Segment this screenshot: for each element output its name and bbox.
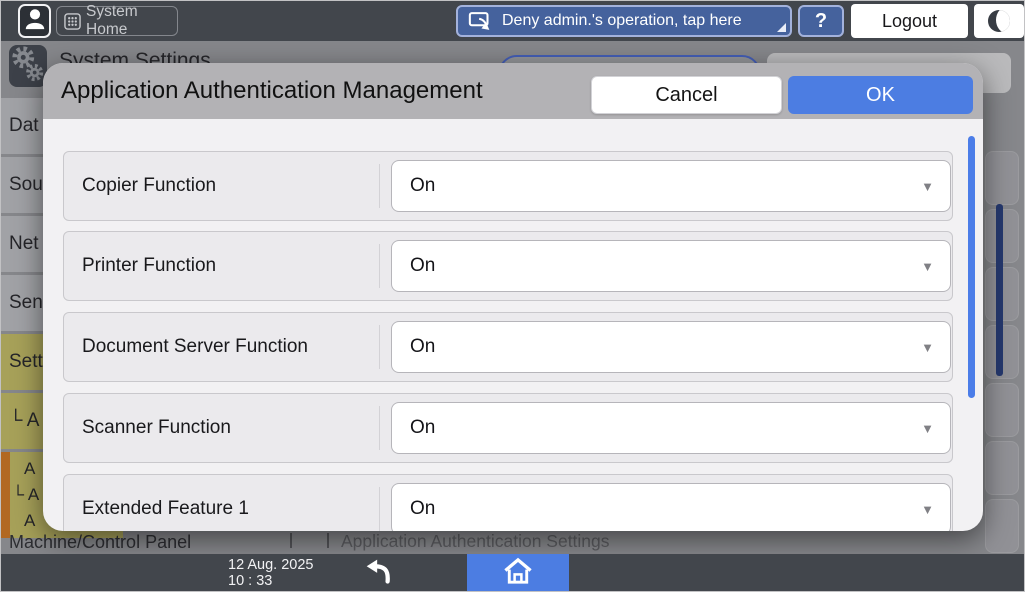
dropdown-value: On xyxy=(410,417,436,438)
chevron-down-icon: ▼ xyxy=(921,178,934,194)
setting-label: Extended Feature 1 xyxy=(82,498,249,519)
bottom-bar: 12 Aug. 2025 10 : 33 xyxy=(1,554,1024,592)
user-button[interactable] xyxy=(18,4,51,38)
chevron-down-icon: ▼ xyxy=(921,339,934,355)
remote-icon xyxy=(468,10,494,33)
system-home-button[interactable]: System Home xyxy=(56,3,178,38)
energy-saver-button[interactable] xyxy=(974,4,1024,38)
home-button[interactable] xyxy=(467,554,569,592)
dialog-scrollbar[interactable] xyxy=(968,136,975,398)
top-bar: System Home Deny admin.'s operation, tap… xyxy=(1,1,1024,41)
logout-label: Logout xyxy=(881,10,938,31)
setting-row-copier: Copier Function On ▼ xyxy=(63,151,953,221)
date-time: 12 Aug. 2025 10 : 33 xyxy=(228,557,313,589)
fold-icon xyxy=(777,23,786,32)
help-label: ? xyxy=(814,9,828,32)
divider xyxy=(379,487,380,531)
extended-feature-1-dropdown[interactable]: On ▼ xyxy=(391,483,951,531)
setting-label: Printer Function xyxy=(82,255,217,276)
setting-label: Copier Function xyxy=(82,175,217,196)
divider xyxy=(379,164,380,208)
logout-button[interactable]: Logout xyxy=(851,4,968,38)
date-label: 12 Aug. 2025 xyxy=(228,557,314,573)
scanner-function-dropdown[interactable]: On ▼ xyxy=(391,402,951,454)
setting-row-printer: Printer Function On ▼ xyxy=(63,231,953,301)
home-icon xyxy=(501,556,535,592)
dropdown-value: On xyxy=(410,336,436,357)
moon-icon xyxy=(988,10,1010,32)
ok-label: OK xyxy=(866,83,895,106)
dropdown-value: On xyxy=(410,255,436,276)
document-server-function-dropdown[interactable]: On ▼ xyxy=(391,321,951,373)
setting-label: Scanner Function xyxy=(82,417,231,438)
content-area: System Settings Dat Sou Net Sen Sett └ A… xyxy=(1,41,1024,554)
chevron-down-icon: ▼ xyxy=(921,501,934,517)
copier-function-dropdown[interactable]: On ▼ xyxy=(391,160,951,212)
chevron-down-icon: ▼ xyxy=(921,258,934,274)
user-icon xyxy=(23,6,47,37)
system-home-label: System Home xyxy=(86,3,138,38)
setting-label: Document Server Function xyxy=(82,336,308,357)
dialog-title: Application Authentication Management xyxy=(61,77,483,104)
notification-text: Deny admin.'s operation, tap here xyxy=(502,12,742,29)
setting-row-scanner: Scanner Function On ▼ xyxy=(63,393,953,463)
application-authentication-management-dialog: Application Authentication Management Ca… xyxy=(43,63,983,531)
printer-function-dropdown[interactable]: On ▼ xyxy=(391,240,951,292)
divider xyxy=(379,244,380,288)
help-button[interactable]: ? xyxy=(798,5,844,37)
device-screen: System Home Deny admin.'s operation, tap… xyxy=(0,0,1025,592)
grid-icon xyxy=(64,12,81,30)
setting-row-document-server: Document Server Function On ▼ xyxy=(63,312,953,382)
dropdown-value: On xyxy=(410,175,436,196)
cancel-button[interactable]: Cancel xyxy=(591,76,782,114)
admin-operation-notification[interactable]: Deny admin.'s operation, tap here xyxy=(456,5,792,37)
back-button[interactable] xyxy=(349,554,411,591)
setting-row-extended-feature-1: Extended Feature 1 On ▼ xyxy=(63,474,953,531)
divider xyxy=(379,325,380,369)
time-label: 10 : 33 xyxy=(228,573,273,589)
chevron-down-icon: ▼ xyxy=(921,420,934,436)
divider xyxy=(379,406,380,450)
ok-button[interactable]: OK xyxy=(788,76,973,114)
cancel-label: Cancel xyxy=(655,83,718,106)
back-icon xyxy=(361,555,399,591)
dropdown-value: On xyxy=(410,498,436,519)
